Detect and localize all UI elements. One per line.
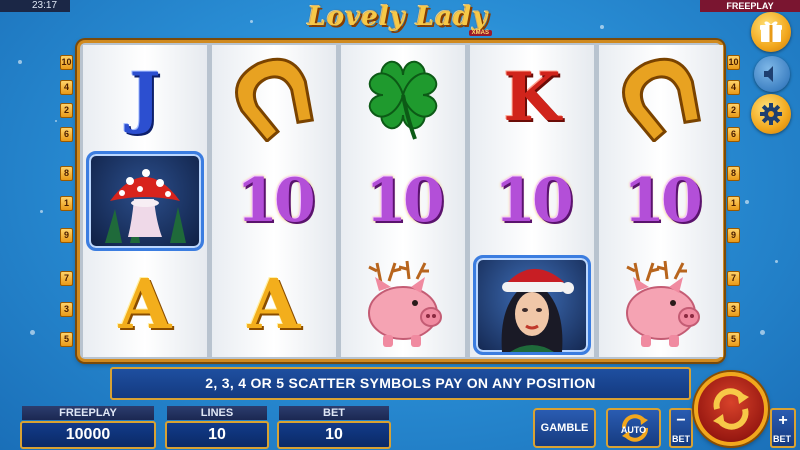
sound-button[interactable] [754,56,790,92]
mode-badge: FREEPLAY [700,0,800,12]
reel-4: K 10 [470,45,594,357]
speaker-mute-icon [764,66,773,82]
bet-label: BET [279,406,389,420]
payline-marker: 7 [727,271,740,286]
game-logo: Lovely Lady XMAS [298,2,498,42]
horseshoe-icon [235,57,315,142]
logo-subtitle: XMAS [468,30,492,36]
mushroom-tile [86,151,204,251]
bet-increase-label: BET [773,434,791,444]
payline-marker: 10 [727,55,740,70]
symbol-10: 10 [341,149,465,253]
spin-icon [713,388,749,430]
payline-marker: 6 [60,127,73,142]
bet-decrease-label: BET [672,434,690,444]
symbol-10: 10 [212,149,336,253]
payline-marker: 4 [60,80,73,95]
symbol-piggy-bank [599,253,723,357]
info-message-banner: 2, 3, 4 OR 5 SCATTER SYMBOLS PAY ON ANY … [110,367,691,400]
plus-icon: + [778,412,788,429]
spin-button[interactable] [694,372,768,446]
logo-title: Lovely Lady [307,2,489,32]
balance-value: 10000 [20,421,156,449]
payline-marker: 1 [727,196,740,211]
symbol-horseshoe [212,45,336,149]
payline-marker: 9 [727,228,740,243]
mushroom-icon [105,169,186,243]
autoplay-label: AUTO [620,425,647,435]
clock: 23:17 [0,0,70,12]
symbol-a: A [212,253,336,357]
symbol-10: 10 [599,149,723,253]
symbol-piggy-bank [341,253,465,357]
bet-decrease-button[interactable]: − BET [669,408,693,448]
symbol-10-label: 10 [623,166,702,236]
reel-2: 10 A [212,45,336,357]
reel-3: 10 [341,45,465,357]
symbol-a: A [83,253,207,357]
lines-label: LINES [167,406,267,420]
symbol-lady [470,253,594,357]
symbol-10-label: 10 [365,166,444,236]
symbol-k: K [470,45,594,149]
payline-marker: 4 [727,80,740,95]
reel-1: J A [83,45,207,357]
autoplay-button[interactable]: AUTO [606,408,661,448]
payline-marker: 5 [727,332,740,347]
gift-icon [760,21,782,42]
symbol-horseshoe [599,45,723,149]
symbol-a-label: A [118,265,172,345]
payline-marker: 1 [60,196,73,211]
reel-area: J A 10 A 10 K 10 10 [77,40,724,362]
payline-marker: 2 [727,103,740,118]
reel-5: 10 [599,45,723,357]
symbol-clover [341,45,465,149]
balance-label: FREEPLAY [22,406,154,420]
symbol-10-label: 10 [236,166,315,236]
piggy-bank-icon [368,260,442,347]
gamble-button[interactable]: GAMBLE [533,408,596,448]
lines-value[interactable]: 10 [165,421,269,449]
symbol-10: 10 [470,149,594,253]
symbol-10-label: 10 [494,166,573,236]
bet-increase-button[interactable]: + BET [770,408,796,448]
clover-icon [368,60,438,140]
symbol-mushroom [83,149,207,253]
symbol-k-label: K [503,58,561,136]
symbol-a-label: A [247,265,301,345]
lady-icon [501,268,574,352]
payline-marker: 7 [60,271,73,286]
payline-marker: 8 [60,166,73,181]
payline-marker: 8 [727,166,740,181]
minus-icon: − [676,412,686,429]
piggy-bank-icon [626,260,700,347]
payline-marker: 3 [727,302,740,317]
gift-button[interactable] [751,12,791,52]
payline-marker: 5 [60,332,73,347]
payline-marker: 6 [727,127,740,142]
payline-marker: 9 [60,228,73,243]
settings-button[interactable] [751,94,791,134]
symbol-j: J [83,45,207,149]
payline-marker: 2 [60,103,73,118]
symbol-j-label: J [129,58,161,136]
payline-marker: 3 [60,302,73,317]
payline-marker: 10 [60,55,73,70]
lady-tile [473,255,591,355]
horseshoe-icon [622,57,702,142]
gear-icon [760,103,782,125]
bet-value[interactable]: 10 [277,421,391,449]
